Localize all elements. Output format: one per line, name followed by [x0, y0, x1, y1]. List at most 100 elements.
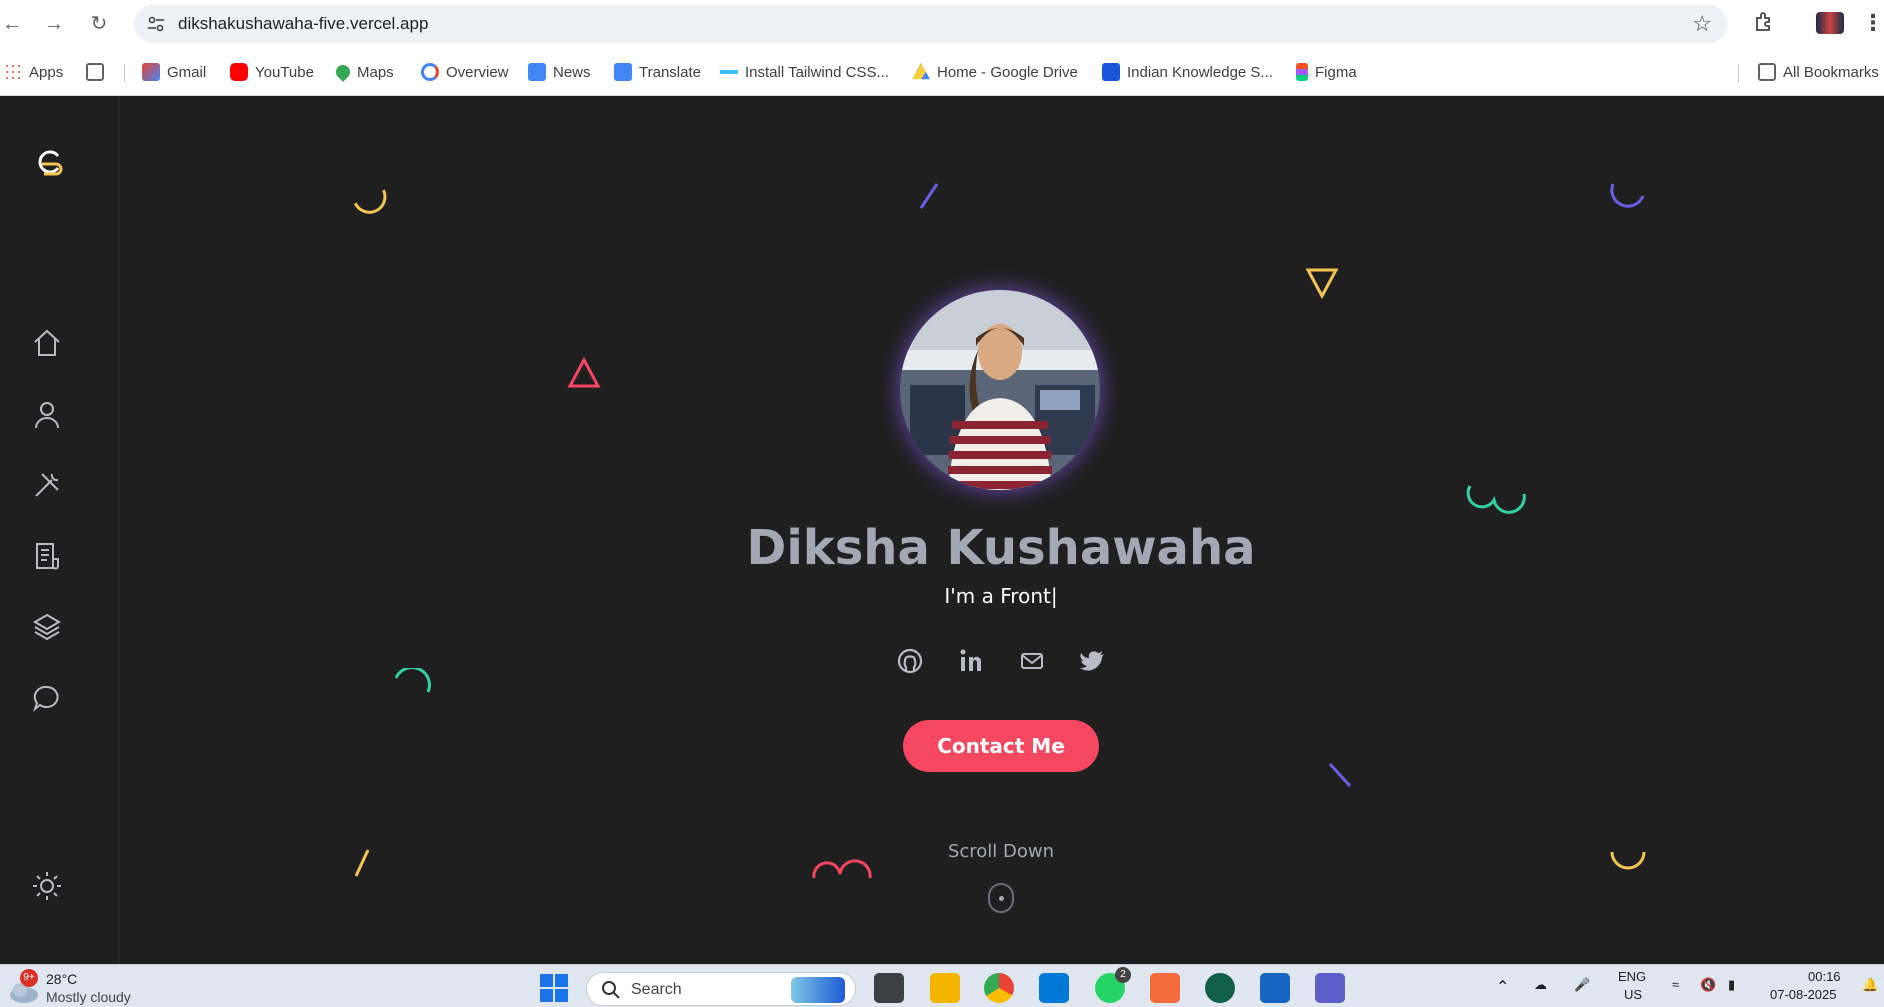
language-line1[interactable]: ENG	[1618, 969, 1646, 984]
taskbar-search[interactable]: Search	[586, 972, 856, 1006]
typing-subtitle: I'm a Front|	[944, 584, 1058, 608]
bookmark-gmail[interactable]: Gmail	[142, 61, 206, 83]
menu-kebab-icon[interactable]: ⋮	[1862, 10, 1884, 36]
bookmark-overview[interactable]: Overview	[421, 61, 509, 83]
bookmark-figma[interactable]: Figma	[1296, 61, 1357, 83]
decor-triangle-red	[567, 356, 601, 388]
bookmark-label: Home - Google Drive	[937, 63, 1078, 81]
bookmark-tailwind[interactable]: Install Tailwind CSS...	[720, 61, 889, 83]
profile-avatar[interactable]	[1816, 12, 1844, 34]
search-icon	[602, 981, 620, 999]
windows-start-icon[interactable]	[540, 974, 568, 1002]
bookmark-star-icon[interactable]: ☆	[1692, 11, 1712, 37]
bookmark-maps[interactable]: Maps	[333, 61, 394, 83]
clock-time[interactable]: 00:16	[1808, 969, 1841, 984]
tools-icon[interactable]	[30, 468, 64, 502]
notification-icon[interactable]: 🔔	[1862, 977, 1878, 993]
bookmark-divider	[1738, 64, 1739, 82]
decor-squiggle-teal	[1466, 485, 1526, 514]
decor-arc-yellow	[353, 189, 387, 214]
whatsapp-badge: 2	[1115, 967, 1131, 983]
vscode-icon[interactable]	[1039, 973, 1069, 1003]
github-icon[interactable]	[895, 646, 925, 676]
bookmark-label: Apps	[29, 63, 64, 81]
bookmark-divider	[124, 64, 125, 82]
language-line2[interactable]: US	[1624, 987, 1642, 1002]
twitter-icon[interactable]	[1078, 646, 1108, 676]
url-text[interactable]: dikshakushawaha-five.vercel.app	[178, 14, 428, 34]
apps-grid-icon	[4, 63, 22, 81]
address-bar[interactable]: dikshakushawaha-five.vercel.app ☆	[134, 5, 1728, 43]
hero-name: Diksha Kushawaha	[746, 520, 1256, 576]
all-bookmarks[interactable]: All Bookmarks	[1758, 61, 1879, 83]
scroll-down-label[interactable]: Scroll Down	[0, 841, 1884, 862]
decor-slash-purple	[919, 183, 939, 209]
mongodb-compass-icon[interactable]	[1205, 973, 1235, 1003]
forward-icon[interactable]: →	[42, 12, 66, 36]
browser-toolbar: ← → ↻ dikshakushawaha-five.vercel.app ☆ …	[0, 0, 1884, 48]
bookmark-drive[interactable]: Home - Google Drive	[912, 61, 1078, 83]
bookmark-label: Indian Knowledge S...	[1127, 63, 1273, 81]
layers-icon[interactable]	[30, 610, 64, 644]
battery-icon[interactable]: ▮	[1728, 977, 1735, 993]
s-logo-icon	[1102, 63, 1120, 81]
home-icon[interactable]	[30, 326, 64, 360]
bookmark-label: Translate	[639, 63, 701, 81]
wifi-icon[interactable]: ≈	[1672, 977, 1679, 992]
extensions-icon[interactable]	[1752, 10, 1776, 34]
figma-icon	[1296, 63, 1308, 81]
mail-icon[interactable]	[1017, 646, 1047, 676]
bookmark-apps[interactable]: Apps	[4, 61, 63, 83]
search-highlight-icon	[791, 977, 845, 1003]
maps-pin-icon	[333, 62, 353, 82]
portfolio-page: Diksha Kushawaha I'm a Front| Contact Me…	[0, 96, 1884, 964]
contact-me-button[interactable]: Contact Me	[903, 720, 1099, 772]
social-links	[895, 646, 1110, 678]
search-label: Search	[631, 981, 682, 998]
sun-icon[interactable]	[30, 869, 64, 903]
weather-condition: Mostly cloudy	[46, 989, 131, 1005]
google-icon	[421, 63, 439, 81]
file-explorer-icon[interactable]	[930, 973, 960, 1003]
mouse-scroll-icon[interactable]	[988, 883, 1014, 913]
bookmark-label: News	[553, 63, 591, 81]
chat-icon[interactable]	[30, 681, 64, 715]
news-icon	[528, 63, 546, 81]
bookmark-label: All Bookmarks	[1783, 63, 1879, 81]
edge-icon[interactable]	[1260, 973, 1290, 1003]
bookmark-label: Maps	[357, 63, 394, 81]
site-info-icon[interactable]	[146, 14, 166, 34]
back-icon[interactable]: ←	[0, 12, 24, 36]
onedrive-icon[interactable]: ☁	[1534, 977, 1547, 993]
decor-triangle-yellow	[1305, 268, 1339, 300]
postman-icon[interactable]	[1150, 973, 1180, 1003]
bookmarks-bar: Apps Gmail YouTube Maps Overview News Tr…	[0, 48, 1884, 96]
chevron-up-icon[interactable]: ⌃	[1496, 977, 1509, 997]
decor-arc-purple	[1610, 183, 1645, 208]
google-drive-icon	[912, 63, 930, 80]
clock-date[interactable]: 07-08-2025	[1770, 987, 1837, 1002]
speaker-muted-icon[interactable]: 🔇	[1700, 977, 1716, 993]
microphone-icon[interactable]: 🎤	[1574, 977, 1590, 993]
folder-icon	[1758, 63, 1776, 81]
bookmark-youtube[interactable]: YouTube	[230, 61, 314, 83]
bookmark-translate[interactable]: Translate	[614, 61, 701, 83]
whatsapp-icon[interactable]: 2	[1095, 967, 1131, 1003]
weather-badge: 9+	[20, 969, 38, 987]
bookmark-news[interactable]: News	[528, 61, 591, 83]
task-view-icon[interactable]	[874, 973, 904, 1003]
bookmark-indian-knowledge[interactable]: Indian Knowledge S...	[1102, 61, 1273, 83]
logo-icon[interactable]	[34, 148, 64, 182]
user-icon[interactable]	[30, 398, 64, 432]
decor-arc-teal	[394, 668, 431, 693]
bookmark-label: YouTube	[255, 63, 314, 81]
chrome-icon[interactable]	[984, 973, 1014, 1003]
teams-icon[interactable]	[1315, 973, 1345, 1003]
profile-photo	[900, 290, 1100, 490]
windows-taskbar: 9+ 28°C Mostly cloudy Search 2 ⌃ ☁ 🎤 ENG…	[0, 964, 1884, 1007]
linkedin-icon[interactable]	[956, 646, 986, 676]
reload-icon[interactable]: ↻	[87, 12, 111, 36]
bookmark-label: Install Tailwind CSS...	[745, 63, 889, 81]
tailwind-icon	[720, 63, 738, 81]
bookmark-grid[interactable]	[86, 61, 111, 83]
